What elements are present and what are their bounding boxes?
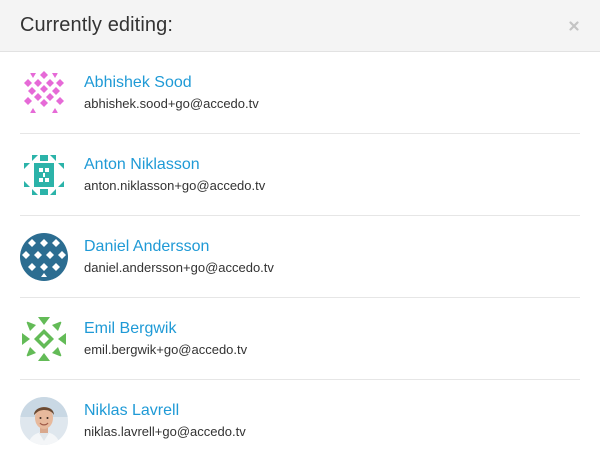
user-list: Abhishek Sood abhishek.sood+go@accedo.tv	[0, 52, 600, 462]
user-row: Anton Niklasson anton.niklasson+go@acced…	[20, 134, 580, 216]
user-email: emil.bergwik+go@accedo.tv	[84, 341, 248, 357]
user-name-link[interactable]: Niklas Lavrell	[84, 401, 246, 421]
dialog-header: Currently editing:	[0, 0, 600, 52]
close-icon	[569, 21, 579, 31]
identicon-avatar-icon	[20, 232, 68, 281]
user-email: abhishek.sood+go@accedo.tv	[84, 95, 259, 111]
close-button[interactable]	[566, 18, 582, 34]
user-name-link[interactable]: Emil Bergwik	[84, 319, 247, 339]
avatar	[20, 68, 68, 117]
avatar	[20, 314, 68, 363]
user-row: Emil Bergwik emil.bergwik+go@accedo.tv	[20, 298, 580, 380]
user-row: Daniel Andersson daniel.andersson+go@acc…	[20, 216, 580, 298]
identicon-avatar-icon	[20, 314, 68, 363]
currently-editing-dialog: Currently editing: Abhishek Sood abhishe…	[0, 0, 600, 469]
avatar	[20, 397, 68, 445]
user-name-link[interactable]: Abhishek Sood	[84, 73, 259, 93]
user-row: Abhishek Sood abhishek.sood+go@accedo.tv	[20, 52, 580, 134]
avatar	[20, 232, 68, 281]
identicon-avatar-icon	[20, 150, 68, 199]
user-email: niklas.lavrell+go@accedo.tv	[84, 424, 246, 439]
identicon-avatar-icon	[20, 68, 68, 117]
profile-photo-avatar-icon	[20, 397, 68, 445]
user-name-link[interactable]: Daniel Andersson	[84, 237, 274, 257]
user-email: anton.niklasson+go@accedo.tv	[84, 177, 266, 193]
user-email: daniel.andersson+go@accedo.tv	[84, 259, 274, 275]
user-name-link[interactable]: Anton Niklasson	[84, 155, 265, 175]
avatar	[20, 150, 68, 199]
user-row: Niklas Lavrell niklas.lavrell+go@accedo.…	[20, 380, 580, 462]
dialog-title: Currently editing:	[20, 14, 173, 36]
